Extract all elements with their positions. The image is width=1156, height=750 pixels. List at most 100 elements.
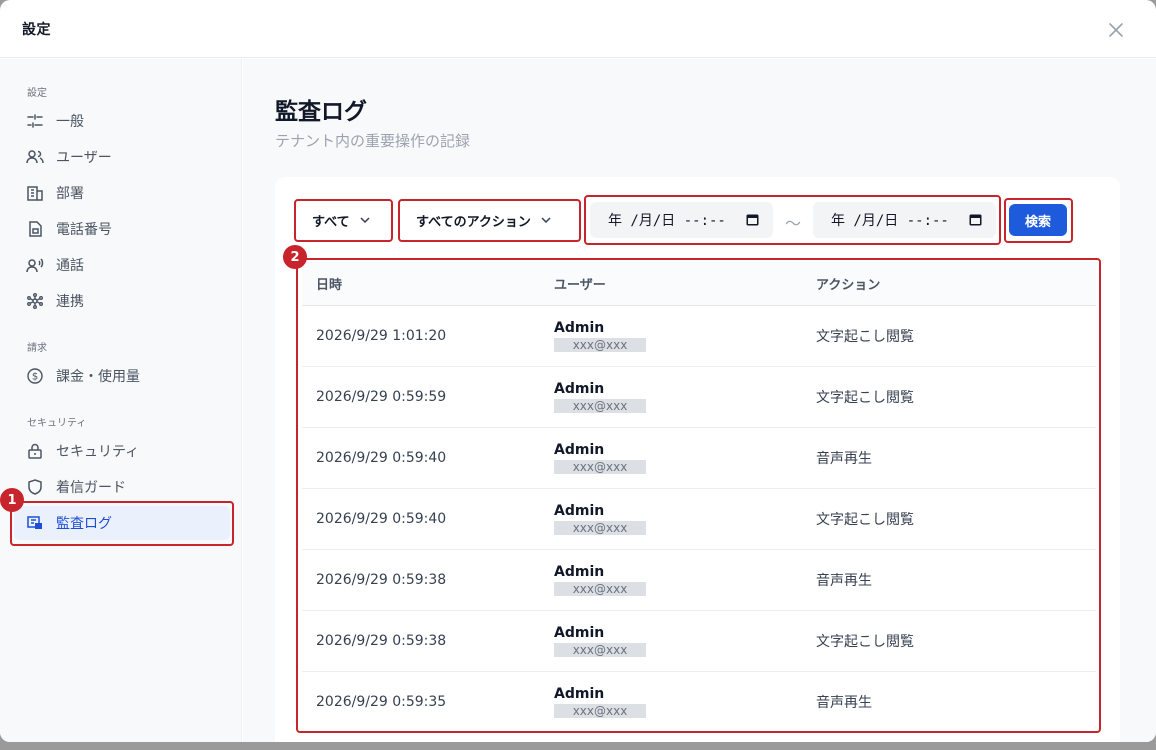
sidebar-item-calls[interactable]: 通話 xyxy=(14,248,230,282)
lock-icon xyxy=(26,442,44,460)
user-name: Admin xyxy=(554,503,605,519)
sidebar-item-label: セキュリティ xyxy=(56,444,140,460)
sidebar-section-billing: 請求 xyxy=(27,343,47,354)
user-email: xxx@xxx xyxy=(554,582,646,596)
cell-action: 文字起こし閲覧 xyxy=(816,512,914,528)
cell-action: 音声再生 xyxy=(816,451,872,467)
sidebar-item-phone-numbers[interactable]: 電話番号 xyxy=(14,212,230,246)
sidebar-item-label: 着信ガード xyxy=(56,480,126,496)
table-row[interactable]: 2026/9/29 0:59:35 Admin xxx@xxx 音声再生 xyxy=(302,672,1096,733)
column-header-user[interactable]: ユーザー xyxy=(554,274,606,293)
calendar-icon[interactable] xyxy=(746,213,759,230)
table-body: 2026/9/29 1:01:20 Admin xxx@xxx 文字起こし閲覧 2026… xyxy=(302,306,1096,733)
sidebar-item-label: 通話 xyxy=(56,258,84,274)
user-email: xxx@xxx xyxy=(554,338,646,352)
date-from-value: 年 /月/日 --:-- xyxy=(608,213,726,229)
column-header-action[interactable]: アクション xyxy=(816,274,880,293)
table-header: 日時 ユーザー アクション xyxy=(302,262,1096,306)
shield-icon xyxy=(26,478,44,496)
cell-user: Admin xxx@xxx xyxy=(554,381,646,413)
sidebar-item-label: 電話番号 xyxy=(56,222,112,238)
sidebar-item-audit-log[interactable]: 監査ログ xyxy=(14,506,230,540)
cell-user: Admin xxx@xxx xyxy=(554,686,646,718)
date-to-input[interactable]: 年 /月/日 --:-- xyxy=(813,202,996,238)
table-row[interactable]: 2026/9/29 0:59:40 Admin xxx@xxx 文字起こし閲覧 xyxy=(302,489,1096,550)
svg-text:$: $ xyxy=(32,372,38,383)
table-row[interactable]: 2026/9/29 1:01:20 Admin xxx@xxx 文字起こし閲覧 xyxy=(302,306,1096,367)
table-row[interactable]: 2026/9/29 0:59:40 Admin xxx@xxx 音声再生 xyxy=(302,428,1096,489)
cell-action: 文字起こし閲覧 xyxy=(816,329,914,345)
user-name: Admin xyxy=(554,686,605,702)
modal-title: 設定 xyxy=(22,21,51,38)
close-icon[interactable] xyxy=(1106,20,1126,40)
sidebar-item-label: ユーザー xyxy=(56,150,112,166)
sidebar-item-label: 一般 xyxy=(56,114,84,130)
user-email: xxx@xxx xyxy=(554,643,646,657)
user-filter-select[interactable]: すべて xyxy=(298,203,388,237)
annotation-badge-1: 1 xyxy=(0,488,24,512)
user-name: Admin xyxy=(554,625,605,641)
cell-action: 音声再生 xyxy=(816,573,872,589)
building-icon xyxy=(26,184,44,202)
sliders-icon xyxy=(26,112,44,130)
page-title: 監査ログ xyxy=(275,99,367,125)
sidebar-item-departments[interactable]: 部署 xyxy=(14,176,230,210)
action-filter-value: すべてのアクション xyxy=(416,214,531,230)
cell-datetime: 2026/9/29 0:59:38 xyxy=(316,572,447,588)
user-email: xxx@xxx xyxy=(554,460,646,474)
page-subtitle: テナント内の重要操作の記録 xyxy=(275,132,471,150)
cell-action: 音声再生 xyxy=(816,695,872,711)
user-email: xxx@xxx xyxy=(554,704,646,718)
sidebar-item-label: 部署 xyxy=(56,186,84,202)
sim-card-icon xyxy=(26,220,44,238)
cell-user: Admin xxx@xxx xyxy=(554,320,646,352)
sidebar-section-settings: 設定 xyxy=(27,88,47,99)
user-name: Admin xyxy=(554,442,605,458)
cell-datetime: 2026/9/29 1:01:20 xyxy=(316,328,447,344)
sidebar-item-general[interactable]: 一般 xyxy=(14,104,230,138)
cell-datetime: 2026/9/29 0:59:59 xyxy=(316,389,447,405)
user-email: xxx@xxx xyxy=(554,521,646,535)
user-email: xxx@xxx xyxy=(554,399,646,413)
sidebar-item-call-guard[interactable]: 着信ガード xyxy=(14,470,230,504)
cell-datetime: 2026/9/29 0:59:40 xyxy=(316,450,447,466)
sidebar-item-billing[interactable]: $ 課金・使用量 xyxy=(14,359,230,393)
modal-header: 設定 xyxy=(0,0,1156,58)
sidebar-item-security[interactable]: セキュリティ xyxy=(14,434,230,468)
user-filter-value: すべて xyxy=(312,214,350,230)
table-row[interactable]: 2026/9/29 0:59:38 Admin xxx@xxx 文字起こし閲覧 xyxy=(302,611,1096,672)
sidebar-item-label: 連携 xyxy=(56,294,84,310)
sidebar-item-integrations[interactable]: 連携 xyxy=(14,284,230,318)
chevron-down-icon xyxy=(360,217,370,223)
users-icon xyxy=(26,148,44,166)
sidebar: 設定 一般 ユーザー 部署 電話番号 通話 連携 請求 $ 課金・使用量 セキュ… xyxy=(0,59,242,742)
dollar-icon: $ xyxy=(26,367,44,385)
cell-datetime: 2026/9/29 0:59:38 xyxy=(316,633,447,649)
sidebar-section-security: セキュリティ xyxy=(27,418,87,429)
sidebar-item-users[interactable]: ユーザー xyxy=(14,140,230,174)
date-from-input[interactable]: 年 /月/日 --:-- xyxy=(590,202,773,238)
audit-log-icon xyxy=(26,514,44,532)
user-name: Admin xyxy=(554,320,605,336)
audit-log-table: 日時 ユーザー アクション 2026/9/29 1:01:20 Admin xxx@… xyxy=(302,262,1096,733)
chevron-down-icon xyxy=(541,217,551,223)
table-row[interactable]: 2026/9/29 0:59:59 Admin xxx@xxx 文字起こし閲覧 xyxy=(302,367,1096,428)
sidebar-item-label: 監査ログ xyxy=(56,516,112,532)
date-range-separator: ～ xyxy=(785,214,802,233)
voice-icon xyxy=(26,256,44,274)
sidebar-item-label: 課金・使用量 xyxy=(56,369,140,385)
cell-datetime: 2026/9/29 0:59:35 xyxy=(316,694,447,710)
user-name: Admin xyxy=(554,381,605,397)
date-to-value: 年 /月/日 --:-- xyxy=(831,213,949,229)
cell-user: Admin xxx@xxx xyxy=(554,564,646,596)
cell-action: 文字起こし閲覧 xyxy=(816,634,914,650)
calendar-icon[interactable] xyxy=(969,213,982,230)
table-row[interactable]: 2026/9/29 0:59:38 Admin xxx@xxx 音声再生 xyxy=(302,550,1096,611)
annotation-badge-2: 2 xyxy=(283,245,307,269)
cell-user: Admin xxx@xxx xyxy=(554,625,646,657)
column-header-datetime[interactable]: 日時 xyxy=(316,274,342,293)
network-icon xyxy=(26,292,44,310)
action-filter-select[interactable]: すべてのアクション xyxy=(402,203,576,237)
search-button[interactable]: 検索 xyxy=(1009,204,1067,236)
user-name: Admin xyxy=(554,564,605,580)
